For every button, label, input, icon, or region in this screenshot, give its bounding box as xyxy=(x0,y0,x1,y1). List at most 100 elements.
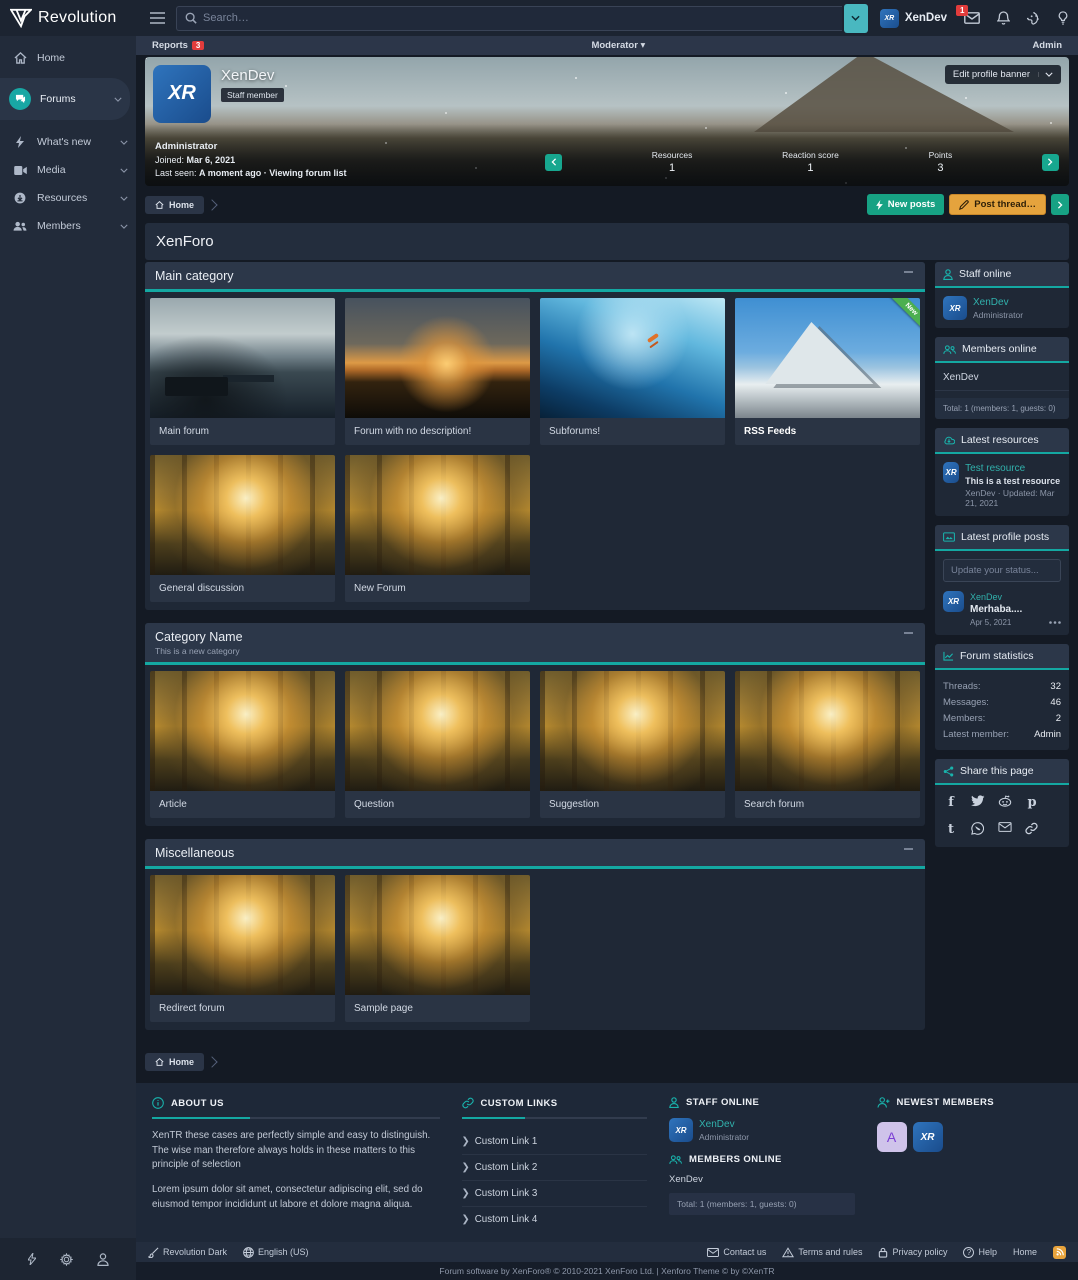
chevron-down-icon[interactable] xyxy=(120,196,128,201)
ellipsis-menu-icon[interactable] xyxy=(1049,621,1061,624)
sidebar-item-members[interactable]: Members xyxy=(0,212,136,240)
profile-post-author[interactable]: XenDev xyxy=(970,592,1002,602)
brand-logo[interactable]: Revolution xyxy=(0,8,138,28)
avatar[interactable]: XR xyxy=(943,462,959,483)
forum-card-label[interactable]: Sample page xyxy=(345,995,530,1022)
stats-next-button[interactable] xyxy=(1042,154,1059,171)
forum-card-redirect-forum[interactable]: Redirect forum xyxy=(150,875,335,1022)
chevron-down-icon[interactable] xyxy=(114,97,122,102)
terms-link[interactable]: Terms and rules xyxy=(782,1247,862,1258)
forum-card-label[interactable]: New Forum xyxy=(345,575,530,602)
forum-card-new-forum[interactable]: New Forum xyxy=(345,455,530,602)
profile-post-item[interactable]: XR XenDev Merhaba.... Apr 5, 2021 xyxy=(943,591,1061,627)
sidebar-item-media[interactable]: Media xyxy=(0,156,136,184)
status-update-input[interactable] xyxy=(943,559,1061,582)
forum-card-label[interactable]: Article xyxy=(150,791,335,818)
forum-card-rss-feeds[interactable]: New RSS Feeds xyxy=(735,298,920,445)
collapse-icon[interactable] xyxy=(902,846,915,852)
avatar[interactable]: XR xyxy=(943,591,964,612)
custom-link-2[interactable]: ❯Custom Link 2 xyxy=(462,1155,648,1181)
forum-card-label[interactable]: RSS Feeds xyxy=(735,418,920,445)
reports-link[interactable]: Reports 3 xyxy=(152,40,204,51)
forum-card-sample-page[interactable]: Sample page xyxy=(345,875,530,1022)
forum-card-label[interactable]: Question xyxy=(345,791,530,818)
chevron-down-icon[interactable] xyxy=(120,224,128,229)
footer-member-link[interactable]: XenDev xyxy=(669,1174,703,1185)
account-menu[interactable]: XR XenDev xyxy=(880,9,947,28)
home-link[interactable]: Home xyxy=(1013,1247,1037,1257)
forum-card-search-forum[interactable]: Search forum xyxy=(735,671,920,818)
facebook-icon[interactable]: f xyxy=(944,795,958,810)
collapse-icon[interactable] xyxy=(902,630,915,636)
newest-member-avatar-xendev[interactable]: XR xyxy=(913,1122,943,1152)
forum-card-question[interactable]: Question xyxy=(345,671,530,818)
resource-link[interactable]: Test resource xyxy=(965,463,1025,474)
custom-link-3[interactable]: ❯Custom Link 3 xyxy=(462,1181,648,1207)
tumblr-icon[interactable]: t xyxy=(944,822,958,837)
newest-member-avatar-a[interactable]: A xyxy=(877,1122,907,1152)
footer-staff-user-link[interactable]: XenDev xyxy=(699,1119,735,1130)
sidebar-item-whats-new[interactable]: What's new xyxy=(0,128,136,156)
latest-member-link[interactable]: Admin xyxy=(1034,729,1061,740)
category-title[interactable]: Category Name xyxy=(155,630,902,644)
forum-card-label[interactable]: Redirect forum xyxy=(150,995,335,1022)
moderator-dropdown[interactable]: Moderator ▾ xyxy=(204,40,1032,51)
profile-username[interactable]: XenDev xyxy=(221,67,284,84)
custom-link-4[interactable]: ❯Custom Link 4 xyxy=(462,1207,648,1232)
edit-profile-banner-button[interactable]: Edit profile banner xyxy=(945,65,1061,84)
inbox-button[interactable]: 1 xyxy=(964,12,980,24)
forum-card-label[interactable]: General discussion xyxy=(150,575,335,602)
gear-icon[interactable] xyxy=(60,1253,73,1266)
forum-card-general-discussion[interactable]: General discussion xyxy=(150,455,335,602)
alerts-button[interactable] xyxy=(997,11,1010,25)
post-thread-button[interactable]: Post thread… xyxy=(949,194,1046,215)
email-share-icon[interactable] xyxy=(998,822,1012,837)
sidebar-item-forums[interactable]: Forums xyxy=(0,78,130,120)
chevron-down-icon[interactable] xyxy=(120,168,128,173)
actions-more-button[interactable] xyxy=(1051,194,1069,215)
whats-new-shortcut-icon[interactable] xyxy=(28,1253,36,1265)
theme-button[interactable] xyxy=(1027,12,1041,25)
forum-card-label[interactable]: Main forum xyxy=(150,418,335,445)
twitter-icon[interactable] xyxy=(971,795,985,810)
hamburger-menu-icon[interactable] xyxy=(144,5,170,31)
sidebar-item-home[interactable]: Home xyxy=(0,44,136,72)
chevron-down-icon[interactable] xyxy=(120,140,128,145)
stats-prev-button[interactable] xyxy=(545,154,562,171)
avatar[interactable]: XR xyxy=(943,296,967,320)
link-share-icon[interactable] xyxy=(1025,822,1039,837)
forum-card-article[interactable]: Article xyxy=(150,671,335,818)
language-chooser[interactable]: English (US) xyxy=(243,1247,309,1258)
reddit-icon[interactable] xyxy=(998,795,1012,810)
forum-card-label[interactable]: Forum with no description! xyxy=(345,418,530,445)
account-shortcut-icon[interactable] xyxy=(97,1253,109,1266)
chevron-down-icon[interactable] xyxy=(1038,72,1053,77)
custom-link-1[interactable]: ❯Custom Link 1 xyxy=(462,1129,648,1155)
help-link[interactable]: ? Help xyxy=(963,1247,997,1258)
admin-link[interactable]: Admin xyxy=(1032,40,1062,51)
breadcrumb-home[interactable]: Home xyxy=(145,196,204,214)
pinterest-icon[interactable]: p xyxy=(1025,795,1039,810)
contact-us-link[interactable]: Contact us xyxy=(707,1247,766,1257)
avatar[interactable]: XR xyxy=(669,1118,693,1142)
forum-card-label[interactable]: Search forum xyxy=(735,791,920,818)
staff-user-link[interactable]: XenDev xyxy=(973,297,1009,308)
category-title[interactable]: Main category xyxy=(155,269,902,283)
profile-avatar[interactable]: XR xyxy=(153,65,211,123)
forum-card-suggestion[interactable]: Suggestion xyxy=(540,671,725,818)
rss-icon[interactable] xyxy=(1053,1246,1066,1259)
category-title[interactable]: Miscellaneous xyxy=(155,846,902,860)
privacy-link[interactable]: Privacy policy xyxy=(878,1247,947,1258)
sidebar-item-resources[interactable]: Resources xyxy=(0,184,136,212)
collapse-icon[interactable] xyxy=(902,269,915,275)
style-toggle-button[interactable] xyxy=(1058,11,1068,25)
breadcrumb-home-bottom[interactable]: Home xyxy=(145,1053,204,1071)
forum-card-label[interactable]: Suggestion xyxy=(540,791,725,818)
new-posts-button[interactable]: New posts xyxy=(867,194,945,215)
forum-card-main-forum[interactable]: Main forum xyxy=(150,298,335,445)
forum-card-no-description[interactable]: Forum with no description! xyxy=(345,298,530,445)
search-input[interactable] xyxy=(203,12,834,24)
style-chooser[interactable]: Revolution Dark xyxy=(148,1247,227,1258)
whatsapp-icon[interactable] xyxy=(971,822,985,837)
search-options-dropdown[interactable] xyxy=(844,4,868,33)
